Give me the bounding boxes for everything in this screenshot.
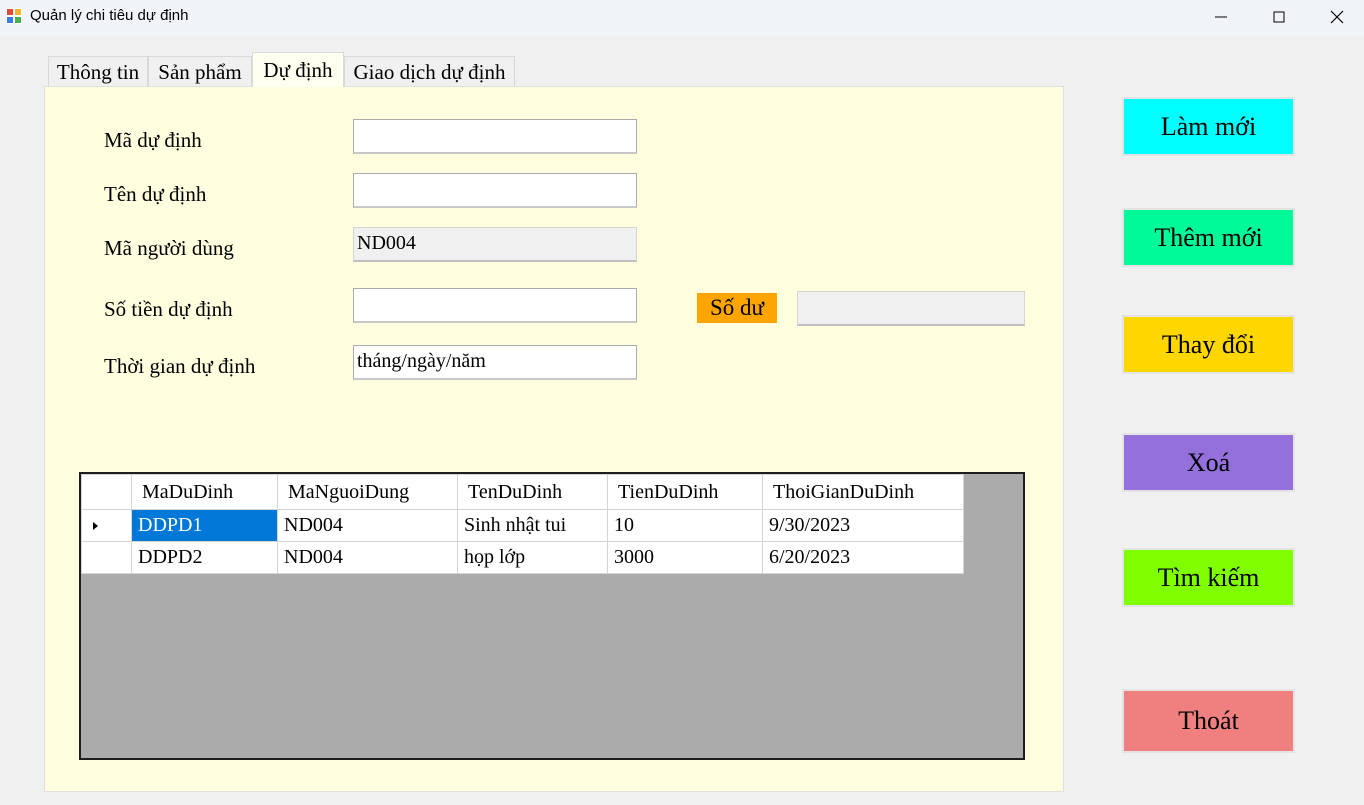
grid-cell[interactable]: ND004	[277, 541, 458, 574]
so-du-input[interactable]	[797, 291, 1025, 326]
tim-kiem-button[interactable]: Tìm kiếm	[1122, 548, 1295, 607]
app-icon	[6, 8, 22, 24]
them-moi-button[interactable]: Thêm mới	[1122, 208, 1295, 267]
grid-cell[interactable]: DDPD1	[131, 509, 278, 542]
grid-cell[interactable]: 10	[607, 509, 763, 542]
grid-cell[interactable]: DDPD2	[131, 541, 278, 574]
grid-cell[interactable]: 9/30/2023	[762, 509, 964, 542]
ten-du-dinh-input[interactable]	[353, 173, 637, 208]
so-tien-du-dinh-input[interactable]	[353, 288, 637, 323]
tab-giao-dich-du-dinh[interactable]: Giao dịch dự định	[344, 56, 515, 86]
column-header-tenduinh[interactable]: TenDuDinh	[457, 474, 608, 510]
column-header-manguoidung[interactable]: MaNguoiDung	[277, 474, 458, 510]
tab-du-dinh[interactable]: Dự định	[252, 52, 344, 87]
column-header-tienduinh[interactable]: TienDuDinh	[607, 474, 763, 510]
maximize-icon	[1273, 11, 1285, 23]
current-row-arrow-icon	[93, 522, 98, 531]
thoat-button[interactable]: Thoát	[1122, 689, 1295, 753]
grid-cell[interactable]: ND004	[277, 509, 458, 542]
thoi-gian-du-dinh-picker[interactable]: tháng/ngày/năm	[353, 345, 637, 380]
maximize-button[interactable]	[1250, 0, 1308, 34]
ma-nguoi-dung-input[interactable]: ND004	[353, 227, 637, 262]
ma-du-dinh-label: Mã dự định	[104, 128, 202, 152]
thay-doi-button[interactable]: Thay đổi	[1122, 315, 1295, 374]
title-bar: Quản lý chi tiêu dự định	[0, 0, 1364, 36]
grid-cell[interactable]: 6/20/2023	[762, 541, 964, 574]
table-row[interactable]: DDPD2 ND004 họp lớp 3000 6/20/2023	[81, 541, 964, 574]
minimize-button[interactable]	[1192, 0, 1250, 34]
row-header-cell[interactable]	[81, 509, 132, 542]
grid-cell[interactable]: 3000	[607, 541, 763, 574]
column-header-maduinh[interactable]: MaDuDinh	[131, 474, 278, 510]
row-header-cell[interactable]	[81, 541, 132, 574]
grid-cell[interactable]: họp lớp	[457, 541, 608, 574]
minimize-icon	[1215, 16, 1227, 18]
column-header-thoigianduinh[interactable]: ThoiGianDuDinh	[762, 474, 964, 510]
so-tien-du-dinh-label: Số tiền dự định	[104, 297, 233, 321]
table-row[interactable]: DDPD1 ND004 Sinh nhật tui 10 9/30/2023	[81, 509, 964, 542]
du-dinh-grid[interactable]: MaDuDinh MaNguoiDung TenDuDinh TienDuDin…	[79, 472, 1025, 760]
close-button[interactable]	[1308, 0, 1364, 34]
window-title: Quản lý chi tiêu dự định	[30, 7, 189, 24]
tab-san-pham[interactable]: Sản phẩm	[148, 56, 252, 86]
so-du-label: Số dư	[697, 293, 777, 323]
close-icon	[1330, 10, 1344, 24]
tab-thong-tin[interactable]: Thông tin	[48, 56, 148, 86]
grid-corner-cell	[81, 474, 132, 510]
grid-cell[interactable]: Sinh nhật tui	[457, 509, 608, 542]
xoa-button[interactable]: Xoá	[1122, 433, 1295, 492]
ten-du-dinh-label: Tên dự định	[104, 182, 207, 206]
grid-header-row: MaDuDinh MaNguoiDung TenDuDinh TienDuDin…	[81, 474, 964, 510]
ma-nguoi-dung-label: Mã người dùng	[104, 236, 234, 260]
ma-du-dinh-input[interactable]	[353, 119, 637, 154]
thoi-gian-du-dinh-label: Thời gian dự định	[104, 354, 256, 378]
lam-moi-button[interactable]: Làm mới	[1122, 97, 1295, 156]
